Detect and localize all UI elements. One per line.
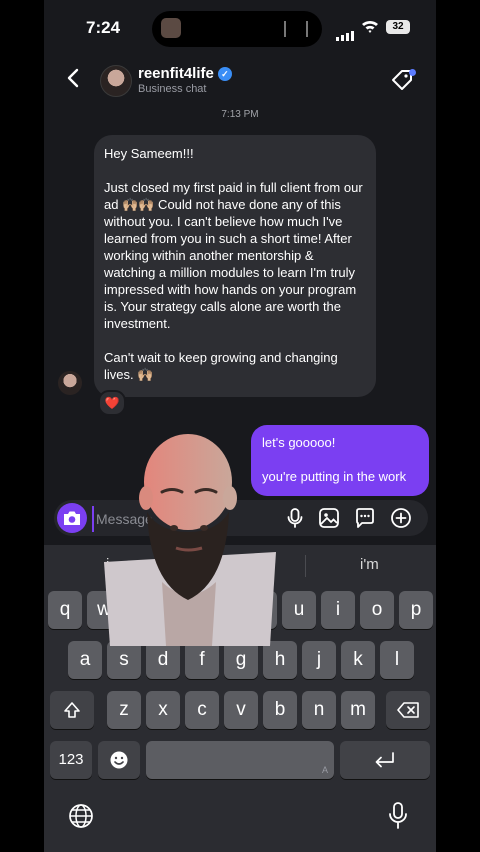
contact-name[interactable]: reenfit4life ✓ — [138, 65, 232, 82]
dictation-icon[interactable] — [386, 801, 410, 831]
notification-dot — [409, 69, 416, 76]
cellular-signal-icon — [336, 23, 356, 41]
wifi-icon — [362, 20, 378, 33]
chat-header: reenfit4life ✓ Business chat — [44, 58, 436, 104]
camera-icon — [64, 511, 80, 525]
contact-name-text: reenfit4life — [138, 65, 214, 82]
chat-screen: 7:24 32 reenfit4life ✓ Business chat 7:13… — [44, 0, 436, 852]
contact-avatar[interactable] — [100, 65, 132, 97]
dynamic-island — [152, 11, 322, 47]
suggestion-divider — [305, 555, 306, 577]
message-timestamp: 7:13 PM — [221, 109, 259, 120]
delete-key[interactable] — [386, 691, 430, 729]
gallery-icon[interactable] — [318, 507, 340, 529]
outgoing-message-bubble[interactable]: let's gooooo! you're putting in the work — [251, 425, 429, 496]
now-playing-artwork — [161, 18, 181, 38]
return-key[interactable] — [340, 741, 430, 779]
shift-icon — [64, 702, 80, 718]
shift-key[interactable] — [50, 691, 94, 729]
delete-icon — [397, 702, 419, 718]
key-o[interactable]: o — [360, 591, 394, 629]
audio-waveform-icon — [284, 21, 308, 37]
battery-indicator: 32 — [386, 20, 410, 34]
sender-avatar[interactable] — [58, 371, 82, 395]
space-hint: A — [321, 765, 328, 775]
key-x[interactable]: x — [146, 691, 180, 729]
heart-reaction[interactable]: ❤️ — [98, 390, 126, 416]
business-chat-label: Business chat — [138, 83, 207, 95]
return-icon — [375, 752, 394, 768]
key-d[interactable]: d — [146, 641, 180, 679]
key-b[interactable]: b — [263, 691, 297, 729]
key-f[interactable]: f — [185, 641, 219, 679]
numbers-key[interactable]: 123 — [50, 741, 92, 779]
key-a[interactable]: a — [68, 641, 102, 679]
suggestion-2[interactable]: i'm — [360, 556, 379, 573]
video-overlay-person — [104, 434, 276, 646]
emoji-key[interactable] — [98, 741, 140, 779]
key-k[interactable]: k — [341, 641, 375, 679]
key-s[interactable]: s — [107, 641, 141, 679]
space-key[interactable]: A — [146, 741, 334, 779]
key-j[interactable]: j — [302, 641, 336, 679]
microphone-icon[interactable] — [284, 507, 306, 529]
back-chevron-icon[interactable] — [66, 68, 80, 88]
verified-badge-icon: ✓ — [217, 67, 232, 81]
key-i[interactable]: i — [321, 591, 355, 629]
status-time: 7:24 — [86, 18, 121, 37]
key-u[interactable]: u — [282, 591, 316, 629]
key-l[interactable]: l — [380, 641, 414, 679]
key-m[interactable]: m — [341, 691, 375, 729]
key-g[interactable]: g — [224, 641, 258, 679]
sticker-icon[interactable] — [354, 507, 376, 529]
incoming-message-bubble[interactable]: Hey Sameem!!! Just closed my first paid … — [94, 135, 376, 397]
key-z[interactable]: z — [107, 691, 141, 729]
camera-button[interactable] — [57, 503, 87, 533]
emoji-icon — [110, 751, 128, 769]
key-p[interactable]: p — [399, 591, 433, 629]
status-bar: 7:24 32 — [44, 0, 436, 58]
key-h[interactable]: h — [263, 641, 297, 679]
key-c[interactable]: c — [185, 691, 219, 729]
key-n[interactable]: n — [302, 691, 336, 729]
key-q[interactable]: q — [48, 591, 82, 629]
key-v[interactable]: v — [224, 691, 258, 729]
globe-icon[interactable] — [68, 803, 94, 829]
plus-circle-icon[interactable] — [390, 507, 412, 529]
